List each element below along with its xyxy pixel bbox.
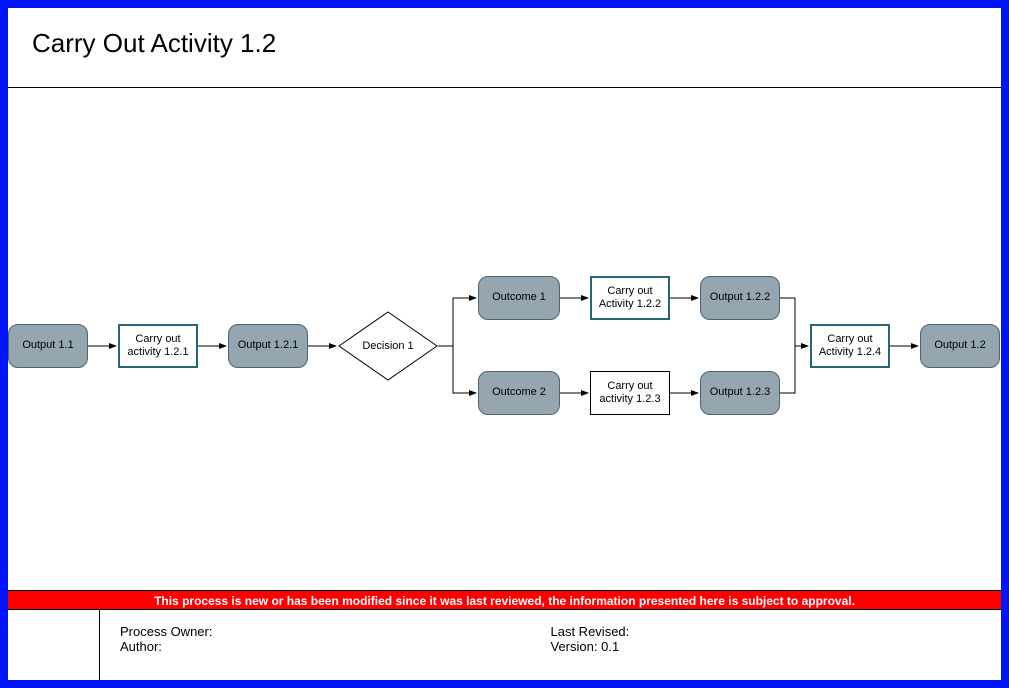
page-title: Carry Out Activity 1.2 [32, 28, 977, 59]
node-label: Output 1.2.2 [710, 291, 771, 304]
node-activity-1-2-4: Carry out Activity 1.2.4 [810, 324, 890, 368]
version-value: 0.1 [601, 639, 619, 654]
node-activity-1-2-1: Carry out activity 1.2.1 [118, 324, 198, 368]
footer-right: Process Owner: Author: Last Revised: Ver… [100, 610, 1001, 680]
node-outcome-2: Outcome 2 [478, 371, 560, 415]
process-owner-label: Process Owner: [120, 624, 212, 639]
node-label: Outcome 1 [492, 291, 546, 304]
flowchart-canvas: Output 1.1 Carry out activity 1.2.1 Outp… [8, 88, 1001, 580]
last-revised-label: Last Revised: [551, 624, 630, 639]
node-label: Carry out activity 1.2.3 [595, 380, 665, 406]
diagram-frame: Carry Out Activity 1.2 [0, 0, 1009, 688]
node-decision-1: Decision 1 [338, 311, 438, 381]
node-label: Carry out activity 1.2.1 [124, 333, 192, 359]
node-label: Output 1.1 [22, 339, 73, 352]
node-output-1-2-2: Output 1.2.2 [700, 276, 780, 320]
node-label: Output 1.2 [934, 339, 985, 352]
header: Carry Out Activity 1.2 [8, 8, 1001, 88]
version-label: Version: [551, 639, 598, 654]
node-output-1-1: Output 1.1 [8, 324, 88, 368]
process-owner-row: Process Owner: [120, 624, 551, 639]
last-revised-row: Last Revised: [551, 624, 982, 639]
footer-col-2: Last Revised: Version: 0.1 [551, 624, 982, 666]
node-output-1-2: Output 1.2 [920, 324, 1000, 368]
node-label: Outcome 2 [492, 386, 546, 399]
node-label: Decision 1 [362, 340, 413, 352]
node-activity-1-2-3: Carry out activity 1.2.3 [590, 371, 670, 415]
node-label: Output 1.2.1 [238, 339, 299, 352]
footer: Process Owner: Author: Last Revised: Ver… [8, 610, 1001, 680]
node-output-1-2-1: Output 1.2.1 [228, 324, 308, 368]
author-row: Author: [120, 639, 551, 654]
node-label: Carry out Activity 1.2.4 [816, 333, 884, 359]
node-outcome-1: Outcome 1 [478, 276, 560, 320]
footer-left-cell [8, 610, 100, 680]
author-label: Author: [120, 639, 162, 654]
footer-col-1: Process Owner: Author: [120, 624, 551, 666]
node-activity-1-2-2: Carry out Activity 1.2.2 [590, 276, 670, 320]
node-output-1-2-3: Output 1.2.3 [700, 371, 780, 415]
node-label: Carry out Activity 1.2.2 [596, 285, 664, 311]
approval-banner: This process is new or has been modified… [8, 590, 1001, 610]
node-label: Output 1.2.3 [710, 386, 771, 399]
version-row: Version: 0.1 [551, 639, 982, 654]
